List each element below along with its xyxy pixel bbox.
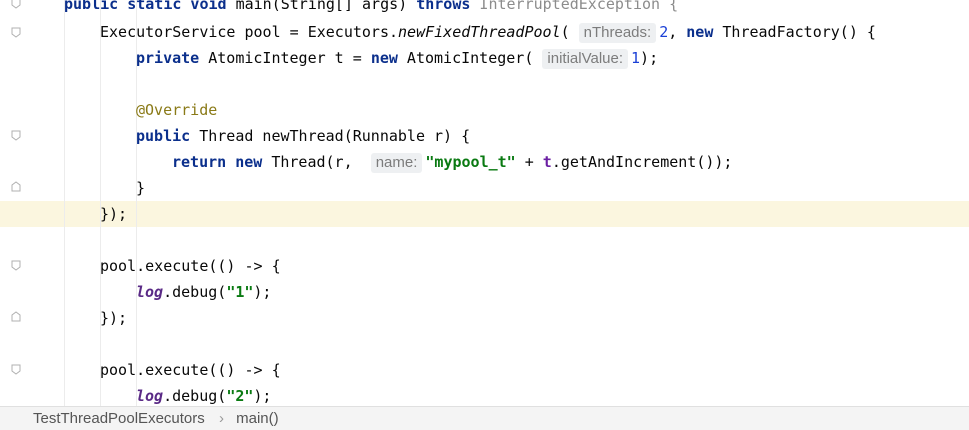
code-line-newthread-method[interactable]: public Thread newThread(Runnable r) { [34,123,969,149]
code-editor[interactable]: public static void main(String[] args) t… [0,0,969,407]
fold-marker-icon[interactable] [10,129,22,141]
breadcrumb: TestThreadPoolExecutors › main() [0,406,969,430]
fold-marker-icon[interactable] [10,363,22,375]
code-line-log-1[interactable]: log.debug("1"); [34,279,969,305]
code-line-execute-1[interactable]: pool.execute(() -> { [34,253,969,279]
fold-marker-icon[interactable] [10,26,22,38]
code-line-return[interactable]: return new Thread(r, name: "mypool_t" + t… [34,149,969,175]
code-line-override[interactable]: @Override [34,97,969,123]
parameter-hint: nThreads: [578,23,657,43]
fold-marker-icon[interactable] [10,259,22,271]
code-line-close-execute-1[interactable]: }); [34,305,969,331]
fold-marker-icon[interactable] [10,311,22,323]
fold-marker-icon[interactable] [10,0,22,9]
code-line-execute-2[interactable]: pool.execute(() -> { [34,357,969,383]
parameter-hint: name: [370,153,423,173]
parameter-hint: initialValue: [542,49,629,69]
breadcrumb-item-class[interactable]: TestThreadPoolExecutors [33,407,205,430]
code-line-close-factory[interactable]: }); [34,201,969,227]
breadcrumb-separator-icon: › [218,410,224,427]
code-line-close-method[interactable]: } [34,175,969,201]
breadcrumb-item-method[interactable]: main() [236,407,279,430]
code-line-atomic-field[interactable]: private AtomicInteger t = new AtomicInte… [34,45,969,71]
code-line-pool-declaration[interactable]: ExecutorService pool = Executors.newFixe… [34,19,969,45]
code-line-method-signature[interactable]: public static void main(String[] args) t… [34,0,969,17]
fold-marker-icon[interactable] [10,181,22,193]
